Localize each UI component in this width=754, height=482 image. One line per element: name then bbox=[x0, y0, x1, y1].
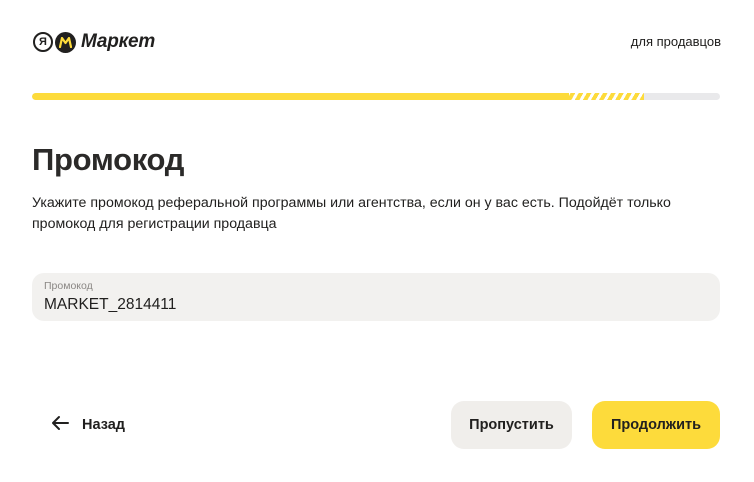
promo-code-input[interactable] bbox=[44, 294, 704, 316]
progress-bar-fill bbox=[32, 93, 569, 100]
back-button-label: Назад bbox=[82, 417, 125, 433]
progress-bar-stripes bbox=[568, 93, 645, 100]
page-description: Укажите промокод реферальной программы и… bbox=[32, 195, 671, 232]
yandex-market-logo[interactable]: Я Маркет bbox=[33, 28, 155, 56]
arrow-left-icon bbox=[50, 415, 70, 436]
page-title: Промокод bbox=[32, 142, 185, 177]
market-logo-icon bbox=[55, 31, 76, 53]
header: Я Маркет для продавцов bbox=[33, 28, 721, 56]
continue-button[interactable]: Продолжить bbox=[592, 401, 720, 449]
progress-bar bbox=[32, 93, 720, 100]
logo-text: Маркет bbox=[81, 31, 156, 52]
promo-code-label: Промокод bbox=[44, 280, 93, 292]
back-button[interactable]: Назад bbox=[44, 402, 131, 448]
yandex-logo-icon: Я bbox=[33, 32, 53, 52]
for-sellers-link[interactable]: для продавцов bbox=[631, 34, 721, 49]
skip-button[interactable]: Пропустить bbox=[451, 401, 572, 449]
promo-code-field[interactable]: Промокод bbox=[32, 273, 720, 321]
